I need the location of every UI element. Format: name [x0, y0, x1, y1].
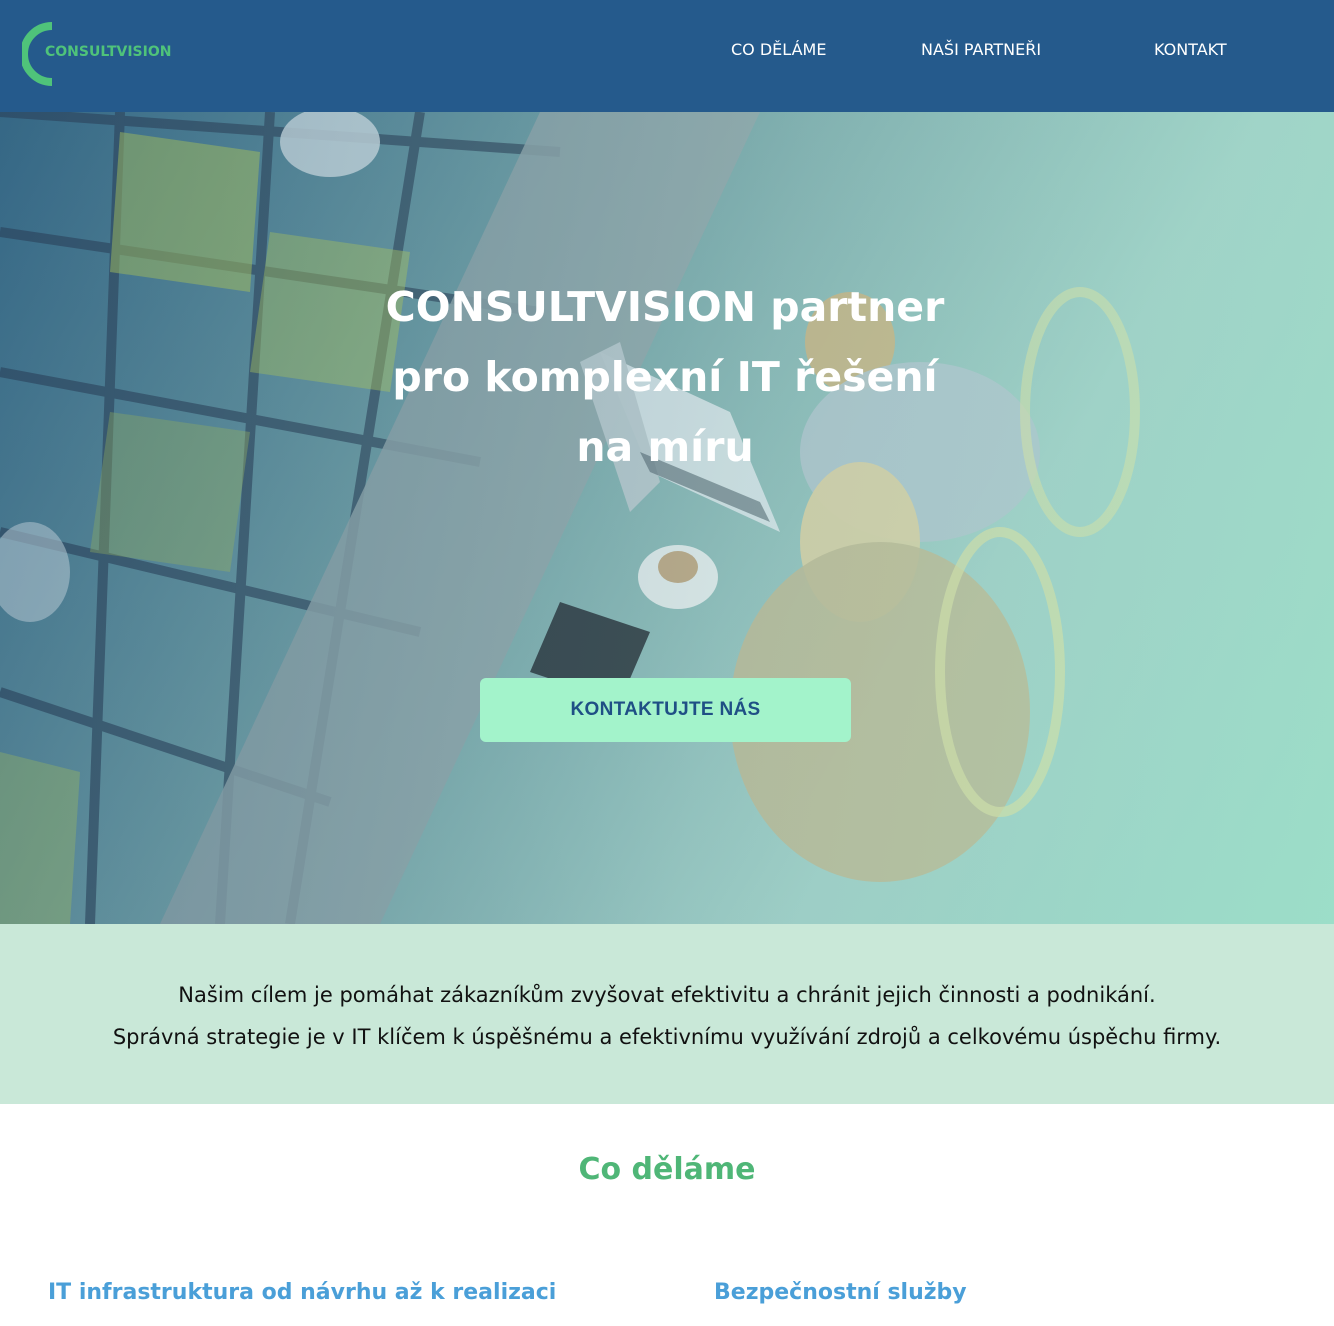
- mission-line-2: Správná strategie je v IT klíčem k úspěš…: [112, 1025, 1222, 1049]
- nav-item-nasi-partneri[interactable]: NAŠI PARTNEŘI: [921, 40, 1041, 59]
- services-section-title: Co děláme: [578, 1152, 756, 1187]
- hero-section: CONSULTVISION partner pro komplexní IT ř…: [0, 112, 1334, 924]
- logo-text: CONSULTVISION: [45, 44, 172, 60]
- nav-item-kontakt[interactable]: KONTAKT: [1154, 40, 1227, 59]
- service-title-security: Bezpečnostní služby: [714, 1280, 967, 1305]
- mission-statement: Našim cílem je pomáhat zákazníkům zvyšov…: [0, 924, 1334, 1104]
- consultvision-logo[interactable]: CONSULTVISION: [22, 22, 182, 86]
- service-title-it-infrastructure: IT infrastruktura od návrhu až k realiza…: [48, 1280, 557, 1305]
- contact-us-button[interactable]: KONTAKTUJTE NÁS: [480, 678, 851, 742]
- site-header: CONSULTVISION CO DĚLÁME NAŠI PARTNEŘI KO…: [0, 0, 1334, 112]
- nav-item-co-delame[interactable]: CO DĚLÁME: [731, 40, 826, 59]
- hero-overlay: [0, 112, 1334, 924]
- mission-line-1: Našim cílem je pomáhat zákazníkům zvyšov…: [178, 983, 1156, 1007]
- hero-title: CONSULTVISION partner pro komplexní IT ř…: [385, 283, 945, 471]
